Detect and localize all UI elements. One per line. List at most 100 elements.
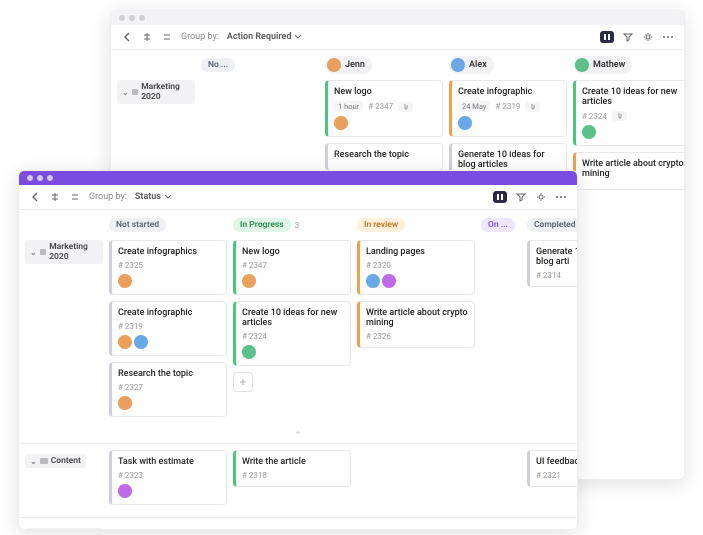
- task-card[interactable]: Create infographic # 2319: [109, 301, 227, 356]
- chevron-down-icon: [294, 34, 302, 40]
- gear-icon[interactable]: [642, 31, 654, 43]
- expand-icon[interactable]: [69, 191, 81, 203]
- groupby-select[interactable]: Status: [135, 192, 172, 202]
- group-tag[interactable]: ⌄Marketing 2020: [25, 240, 103, 264]
- groupby-select[interactable]: Action Required: [227, 32, 303, 42]
- view-toggle-icon[interactable]: [493, 191, 507, 203]
- person-name: Alex: [469, 60, 487, 70]
- status-pill[interactable]: In review: [357, 218, 405, 232]
- filter-icon[interactable]: [515, 191, 527, 203]
- expand-icon[interactable]: [161, 31, 173, 43]
- task-card[interactable]: New logo1 hour# 2347: [325, 80, 443, 137]
- task-card[interactable]: Create 10 ideas for new articles # 2324: [233, 301, 351, 366]
- task-id: # 2319: [118, 322, 143, 331]
- toolbar: Group by: Action Required: [111, 25, 684, 50]
- avatar: [451, 58, 465, 72]
- column-count: 3: [295, 221, 300, 230]
- avatar: [242, 345, 256, 359]
- group-label: Content: [51, 456, 81, 466]
- person-column-head[interactable]: Mathew: [573, 56, 632, 74]
- task-card[interactable]: Create infographics # 2325: [109, 240, 227, 295]
- collapse-icon[interactable]: [49, 191, 61, 203]
- person-name: Jenn: [345, 60, 365, 70]
- folder-icon: [40, 249, 46, 255]
- status-pill[interactable]: Not started: [109, 218, 166, 232]
- add-card-button[interactable]: +: [233, 372, 253, 392]
- groupby-label: Group by:: [181, 32, 219, 42]
- group-tag-marketing[interactable]: ⌄ Marketing 2020: [117, 80, 195, 104]
- group-tag[interactable]: ⌄PPC campaign: [25, 528, 103, 530]
- person-column-head[interactable]: Jenn: [325, 56, 372, 74]
- status-pill[interactable]: No ...: [201, 58, 235, 72]
- folder-icon: [40, 458, 48, 464]
- task-id: # 2324: [242, 332, 267, 341]
- back-icon[interactable]: [121, 31, 133, 43]
- task-card[interactable]: UI feedback # 2321: [527, 450, 577, 487]
- task-id: # 2319: [495, 102, 520, 111]
- card-title: Write article about crypto mining: [366, 308, 468, 328]
- task-id: # 2347: [368, 102, 393, 111]
- card-title: UI feedback: [536, 457, 577, 467]
- card-title: Write article about crypto mining: [582, 159, 684, 179]
- avatar: [134, 335, 148, 349]
- task-card[interactable]: Landing pages# 2320: [357, 240, 475, 295]
- status-pill[interactable]: Completed: [527, 218, 577, 232]
- person-column-head[interactable]: Alex: [449, 56, 494, 74]
- chevron-down-icon: [164, 194, 172, 200]
- view-toggle-icon[interactable]: [600, 31, 614, 43]
- gear-icon[interactable]: [535, 191, 547, 203]
- task-card[interactable]: Write the article# 2318: [233, 450, 351, 487]
- chevron-down-icon: ⌄: [30, 248, 37, 257]
- avatar: [118, 335, 132, 349]
- task-id: # 2323: [118, 471, 143, 480]
- avatar: [458, 116, 472, 130]
- task-card[interactable]: Task with estimate # 2323: [109, 450, 227, 505]
- toolbar: Group by: Status: [19, 185, 577, 210]
- folder-icon: [132, 89, 138, 95]
- collapse-icon[interactable]: [141, 31, 153, 43]
- card-title: Create 10 ideas for new articles: [582, 87, 684, 107]
- more-icon[interactable]: [662, 31, 674, 43]
- task-card[interactable]: Write article about crypto mining# 2326: [357, 301, 475, 348]
- task-card[interactable]: Generate 10 ideas for blog arti # 2314: [527, 240, 577, 287]
- task-id: # 2321: [536, 471, 561, 480]
- group-tag[interactable]: ⌄Content: [25, 454, 86, 468]
- avatar: [382, 274, 396, 288]
- task-card[interactable]: Create infographic24 May# 2319: [449, 80, 567, 137]
- task-card[interactable]: Research the topic# 2327: [109, 362, 227, 417]
- task-card[interactable]: New logo# 2347: [233, 240, 351, 295]
- card-title: Create infographic: [118, 308, 220, 318]
- task-id: # 2314: [536, 271, 561, 280]
- attachment-icon: [398, 102, 413, 112]
- task-id: # 2325: [118, 261, 143, 270]
- card-title: Research the topic: [118, 369, 220, 379]
- card-title: Task with estimate: [118, 457, 220, 467]
- status-pill[interactable]: In Progress: [233, 218, 291, 232]
- card-title: New logo: [334, 87, 436, 97]
- avatar: [366, 274, 380, 288]
- card-title: Create 10 ideas for new articles: [242, 308, 344, 328]
- person-name: Mathew: [593, 60, 625, 70]
- card-title: Research the topic: [334, 150, 436, 160]
- back-icon[interactable]: [29, 191, 41, 203]
- avatar: [327, 58, 341, 72]
- avatar: [582, 125, 596, 139]
- filter-icon[interactable]: [622, 31, 634, 43]
- avatar: [575, 58, 589, 72]
- task-id: # 2320: [366, 261, 391, 270]
- more-icon[interactable]: [555, 191, 567, 203]
- task-card[interactable]: Create 10 ideas for new articles# 2324: [573, 80, 684, 146]
- card-title: Generate 10 ideas for blog arti: [536, 247, 577, 267]
- avatar: [118, 274, 132, 288]
- avatar: [118, 484, 132, 498]
- meta-chip: 24 May: [458, 101, 490, 112]
- task-card[interactable]: Write article about crypto mining: [573, 152, 684, 190]
- groupby-value: Status: [135, 192, 161, 202]
- status-pill[interactable]: On ...: [481, 218, 515, 232]
- card-title: Generate 10 ideas for blog articles: [458, 150, 560, 170]
- task-card[interactable]: Research the topic: [325, 143, 443, 171]
- attachment-icon: [525, 102, 540, 112]
- card-title: Create infographics: [118, 247, 220, 257]
- collapse-section-icon[interactable]: ⌃: [19, 429, 577, 443]
- titlebar: [19, 171, 577, 185]
